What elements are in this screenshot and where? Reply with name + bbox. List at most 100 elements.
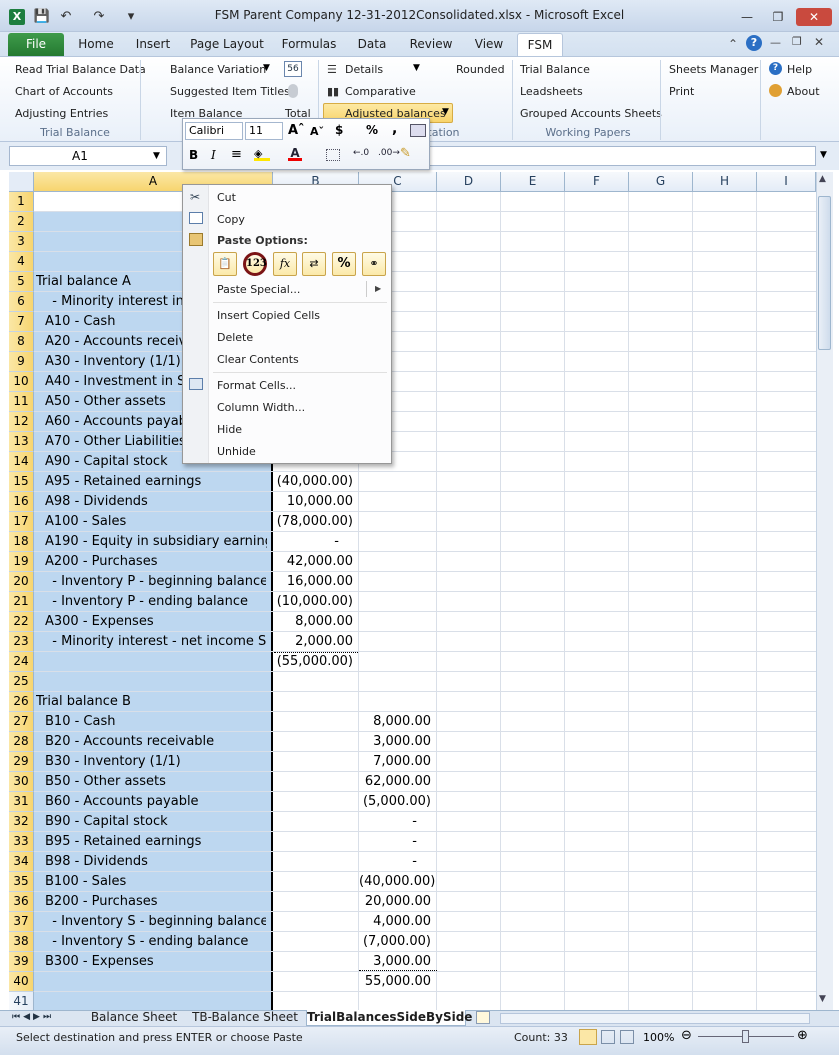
scroll-up-icon[interactable]: ▲ — [819, 174, 826, 184]
cell-a[interactable]: B200 - Purchases — [45, 892, 267, 912]
delete-menu-item[interactable]: Delete — [217, 331, 253, 345]
cell-b[interactable]: 42,000.00 — [273, 552, 359, 572]
collapse-ribbon-icon[interactable]: ⌃ — [728, 37, 738, 51]
cell-c[interactable]: 20,000.00 — [359, 892, 437, 912]
cell-b[interactable]: 10,000.00 — [273, 492, 359, 512]
column-header-g[interactable]: G — [629, 172, 693, 192]
scroll-down-icon[interactable]: ▼ — [819, 994, 826, 1004]
format-painter-icon[interactable]: ✎ — [400, 146, 411, 161]
cell-a[interactable] — [45, 652, 267, 672]
row-header[interactable]: 40 — [9, 972, 34, 992]
row-header[interactable]: 33 — [9, 832, 34, 852]
cell-b[interactable]: (10,000.00) — [273, 592, 359, 612]
select-all-corner[interactable] — [9, 172, 34, 192]
cell-b[interactable]: 16,000.00 — [273, 572, 359, 592]
cell-b[interactable] — [273, 952, 359, 972]
cell-c[interactable]: 3,000.00 — [359, 952, 437, 972]
normal-view-icon[interactable] — [579, 1029, 597, 1045]
cell-b[interactable] — [273, 752, 359, 772]
tab-view[interactable]: View — [468, 33, 510, 56]
cell-b[interactable] — [273, 972, 359, 992]
paste-special-menu-item[interactable]: Paste Special... — [217, 283, 300, 297]
row-header[interactable]: 10 — [9, 372, 34, 392]
zoom-level[interactable]: 100% — [643, 1031, 674, 1044]
column-header-f[interactable]: F — [565, 172, 629, 192]
adjusting-entries-button[interactable]: Adjusting Entries — [15, 107, 108, 121]
cell-c[interactable]: - — [359, 852, 437, 872]
row-header[interactable]: 24 — [9, 652, 34, 672]
values-123-icon[interactable]: 123 — [243, 252, 267, 276]
cell-a[interactable]: B60 - Accounts payable — [45, 792, 267, 812]
zoom-out-icon[interactable]: ⊖ — [681, 1028, 692, 1043]
decrease-decimal-icon[interactable]: .00→ — [378, 148, 400, 158]
suggested-item-titles-button[interactable]: Suggested Item Titles — [170, 85, 290, 99]
cell-a[interactable]: B10 - Cash — [45, 712, 267, 732]
row-header[interactable]: 22 — [9, 612, 34, 632]
details-dropdown[interactable]: Details — [345, 63, 383, 77]
leadsheets-button[interactable]: Leadsheets — [520, 85, 583, 99]
row-header[interactable]: 2 — [9, 212, 34, 232]
cell-b[interactable]: (78,000.00) — [273, 512, 359, 532]
sheet-tab-tb-balance-sheet[interactable]: TB-Balance Sheet — [188, 1010, 302, 1026]
cell-b[interactable] — [273, 812, 359, 832]
row-header[interactable]: 5 — [9, 272, 34, 292]
row-header[interactable]: 27 — [9, 712, 34, 732]
currency-icon[interactable]: $ — [335, 123, 343, 137]
balance-variation-dropdown[interactable]: Balance Variation — [170, 63, 266, 77]
row-header[interactable]: 1 — [9, 192, 34, 212]
tab-home[interactable]: Home — [72, 33, 120, 56]
shrink-font-icon[interactable]: Aˇ — [310, 125, 324, 138]
name-box[interactable]: A1 — [9, 146, 167, 166]
transpose-icon[interactable]: ⇄ — [302, 252, 326, 276]
row-header[interactable]: 13 — [9, 432, 34, 452]
row-header[interactable]: 20 — [9, 572, 34, 592]
cell-b[interactable] — [273, 792, 359, 812]
cell-b[interactable] — [273, 712, 359, 732]
cell-a[interactable]: B30 - Inventory (1/1) — [45, 752, 267, 772]
font-size-box[interactable]: 11 — [245, 122, 283, 140]
cell-c[interactable] — [359, 552, 437, 572]
cell-b[interactable] — [273, 932, 359, 952]
cell-a[interactable]: B98 - Dividends — [45, 852, 267, 872]
tab-page-layout[interactable]: Page Layout — [188, 33, 266, 56]
insert-copied-cells-menu-item[interactable]: Insert Copied Cells — [217, 309, 320, 323]
align-center-icon[interactable]: ≡ — [231, 147, 242, 162]
cell-c[interactable]: 8,000.00 — [359, 712, 437, 732]
comparative-button[interactable]: Comparative — [345, 85, 416, 99]
row-header[interactable]: 41 — [9, 992, 34, 1012]
cell-c[interactable]: 55,000.00 — [359, 972, 437, 992]
column-header-e[interactable]: E — [501, 172, 565, 192]
cell-b[interactable] — [273, 832, 359, 852]
cell-b[interactable] — [273, 892, 359, 912]
cell-a[interactable]: A98 - Dividends — [45, 492, 267, 512]
cell-c[interactable] — [359, 512, 437, 532]
cell-a[interactable]: - Inventory P - beginning balance — [44, 572, 266, 592]
row-header[interactable]: 35 — [9, 872, 34, 892]
paste-link-icon[interactable]: ⚭ — [362, 252, 386, 276]
row-header[interactable]: 37 — [9, 912, 34, 932]
cell-c[interactable]: 7,000.00 — [359, 752, 437, 772]
font-color-icon[interactable]: A — [288, 146, 302, 161]
tab-fsm[interactable]: FSM — [517, 33, 563, 56]
row-header[interactable]: 31 — [9, 792, 34, 812]
cell-b[interactable]: 2,000.00 — [273, 632, 359, 652]
cell-c[interactable] — [359, 532, 437, 552]
trial-balance-sheet-button[interactable]: Trial Balance — [520, 63, 590, 77]
row-header[interactable]: 11 — [9, 392, 34, 412]
cut-menu-item[interactable]: Cut — [217, 191, 236, 205]
sheets-manager-button[interactable]: Sheets Manager — [669, 63, 758, 77]
cell-c[interactable] — [359, 652, 437, 672]
column-header-d[interactable]: D — [437, 172, 501, 192]
cell-a[interactable] — [45, 992, 267, 1012]
cell-b[interactable]: 8,000.00 — [273, 612, 359, 632]
cell-a[interactable]: - Minority interest - net income S — [44, 632, 266, 652]
tab-file[interactable]: File — [8, 33, 64, 56]
cell-b[interactable]: (55,000.00) — [273, 652, 359, 672]
workbook-close-icon[interactable]: ✕ — [814, 35, 824, 49]
tab-formulas[interactable]: Formulas — [278, 33, 340, 56]
row-header[interactable]: 19 — [9, 552, 34, 572]
cell-b[interactable] — [273, 672, 359, 692]
page-break-view-icon[interactable] — [620, 1030, 634, 1044]
format-cells-menu-item[interactable]: Format Cells... — [217, 379, 296, 393]
cell-b[interactable] — [273, 772, 359, 792]
